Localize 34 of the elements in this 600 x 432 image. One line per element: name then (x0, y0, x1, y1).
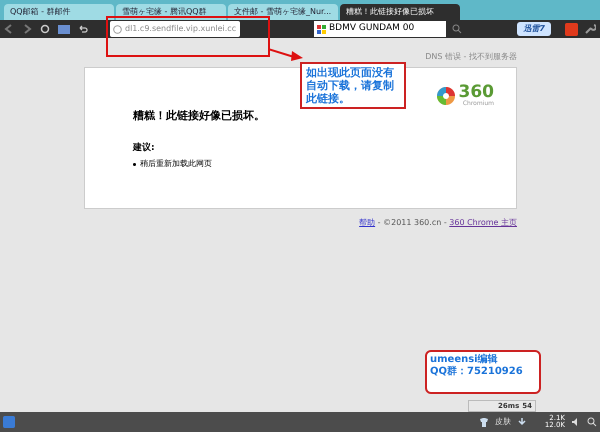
browser-tab[interactable]: QQ邮箱 - 群邮件 (4, 4, 114, 20)
help-link[interactable]: 帮助 (359, 217, 376, 229)
browser-tab[interactable]: 糟糕！此链接好像已损坏 (340, 4, 460, 20)
home-link[interactable]: 360 Chrome 主页 (449, 217, 517, 229)
bullet-icon (133, 162, 136, 166)
address-bar[interactable]: dl1.c9.sendfile.vip.xunlei.cc (110, 21, 240, 37)
undo-icon[interactable] (78, 24, 88, 34)
search-field[interactable]: BDMV GUNDAM 00 (314, 21, 446, 37)
logo-text: 360 (458, 84, 494, 101)
url-text: dl1.c9.sendfile.vip.xunlei.cc (125, 23, 236, 35)
annotation-callout: 如出现此页面没有自动下载，请复制此链接。 (300, 62, 406, 109)
error-heading: 糟糕！此链接好像已损坏。 (133, 108, 266, 124)
suggestions-title: 建议: (133, 142, 156, 154)
forward-icon[interactable] (22, 24, 32, 34)
start-icon[interactable] (3, 416, 15, 428)
shirt-icon[interactable] (479, 417, 489, 427)
search-engine-icon (317, 24, 326, 34)
download-manager-button[interactable]: 迅雷7 (517, 22, 551, 36)
copyright-text: - ©2011 360.cn - (376, 217, 448, 229)
zoom-icon[interactable] (587, 417, 597, 427)
note-line: umeensi编辑 (430, 354, 499, 366)
folder-icon[interactable] (58, 24, 70, 34)
search-text: BDMV GUNDAM 00 (329, 22, 414, 36)
logo-icon (436, 86, 456, 106)
note-line: QQ群：75210926 (430, 366, 524, 378)
download-icon[interactable] (517, 417, 527, 427)
browser-tab[interactable]: 文件邮 - 雪萌ヶ宅缘_Nur... (228, 4, 338, 20)
suggestion-text: 稍后重新加载此网页 (140, 158, 212, 170)
back-icon[interactable] (4, 24, 14, 34)
search-icon[interactable] (452, 24, 462, 34)
arrow (268, 48, 304, 62)
error-status-text: DNS 错误 - 找不到服务器 (425, 51, 517, 63)
skin-button[interactable]: 皮肤 (495, 416, 511, 428)
app-icon[interactable] (565, 22, 578, 36)
